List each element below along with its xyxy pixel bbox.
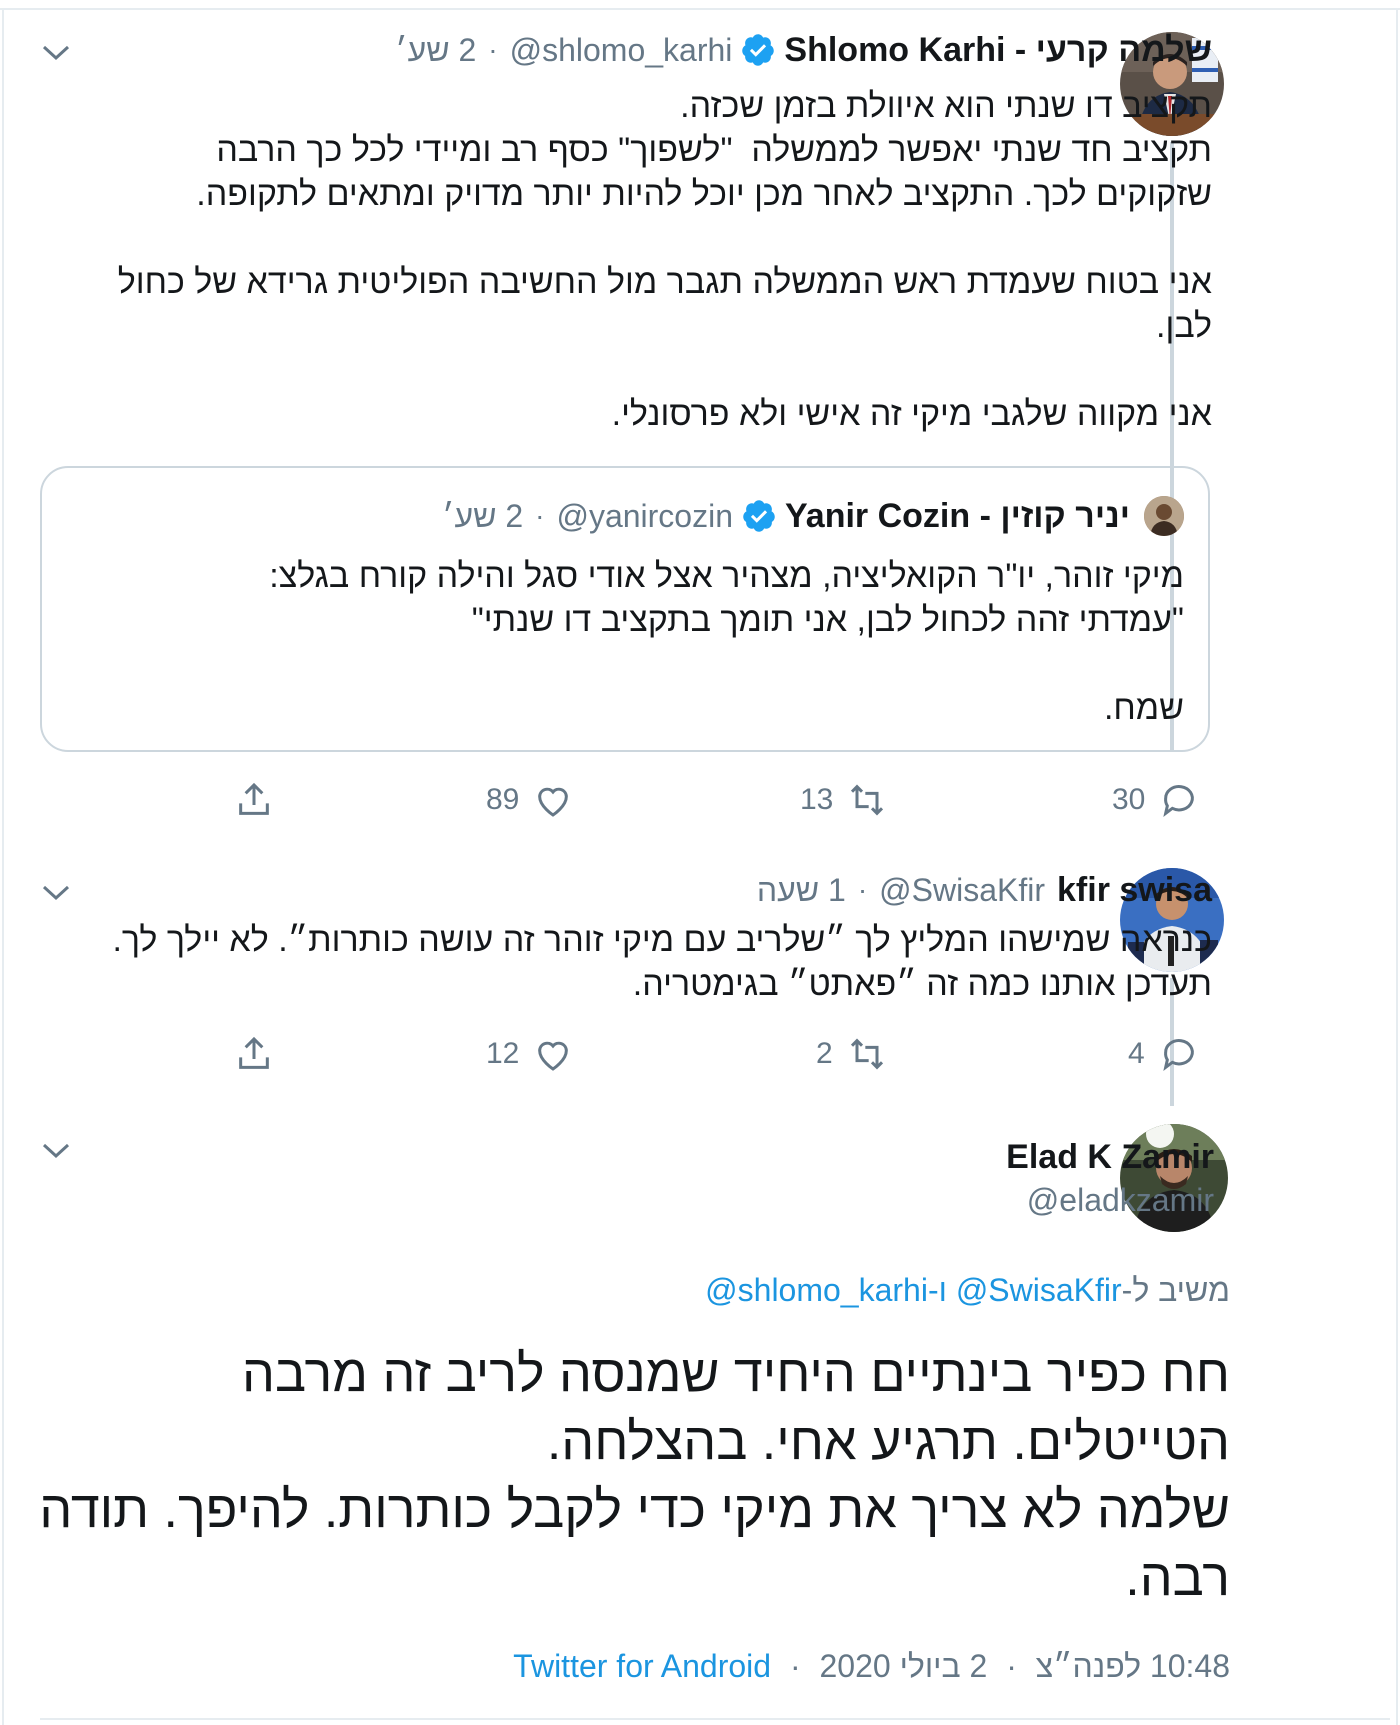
share-icon bbox=[239, 782, 269, 815]
frame-bottom-border bbox=[40, 1718, 1390, 1720]
tweet2-header: kfir swisa @SwisaKfir · 1 שעה bbox=[757, 868, 1212, 912]
like-count: 89 bbox=[486, 783, 520, 816]
tweet2-text: כנראה שמישהו המליץ לך ״שלריב עם מיקי זוה… bbox=[102, 921, 1212, 1003]
quoted-tweet-header: יניר קוזין - Yanir Cozin @yanircozin · 2… bbox=[442, 494, 1184, 538]
quoted-author-name[interactable]: יניר קוזין - Yanir Cozin bbox=[785, 497, 1130, 536]
frame-top-border bbox=[0, 0, 1400, 10]
retweet-icon bbox=[851, 784, 884, 816]
quoted-tweet-text: מיקי זוהר, יו"ר הקואליציה, מצהיר אצל אוד… bbox=[269, 557, 1184, 727]
like-button[interactable]: 12 bbox=[486, 1032, 573, 1076]
tweet-time[interactable]: 1 שעה bbox=[757, 872, 846, 909]
author-handle[interactable]: @SwisaKfir bbox=[879, 872, 1045, 909]
reply-count: 4 bbox=[1128, 1037, 1145, 1070]
reply-icon bbox=[1163, 785, 1195, 817]
tweet2-action-bar: 12 2 4 bbox=[220, 1032, 1210, 1076]
chevron-down-icon[interactable] bbox=[40, 42, 72, 64]
replying-to-line: משיב ל-@SwisaKfir ו-@shlomo_karhi bbox=[705, 1272, 1230, 1309]
retweet-button[interactable]: 13 bbox=[800, 778, 887, 822]
separator-dot: · bbox=[789, 1648, 801, 1684]
tweet-time[interactable]: 2 שע׳ bbox=[395, 32, 476, 69]
retweet-button[interactable]: 2 bbox=[816, 1032, 887, 1076]
quoted-tweet-time: 2 שע׳ bbox=[442, 497, 524, 534]
separator-dot: · bbox=[488, 34, 498, 65]
replying-to-label: משיב ל- bbox=[1121, 1272, 1230, 1308]
share-icon bbox=[239, 1036, 269, 1069]
tweet-date[interactable]: 2 ביולי 2020 bbox=[820, 1648, 988, 1684]
avatar-yanir-cozin bbox=[1144, 496, 1184, 536]
reply-button[interactable]: 30 bbox=[1112, 778, 1199, 822]
reply-icon bbox=[1163, 1039, 1194, 1071]
retweet-count: 13 bbox=[800, 783, 834, 816]
quoted-tweet[interactable]: יניר קוזין - Yanir Cozin @yanircozin · 2… bbox=[40, 466, 1210, 752]
chevron-down-icon[interactable] bbox=[40, 882, 72, 904]
author-name[interactable]: kfir swisa bbox=[1057, 871, 1212, 910]
tweet-timestamp[interactable]: 10:48 לפנה״צ bbox=[1036, 1648, 1230, 1684]
tweet1-header: שלמה קרעי - Shlomo Karhi @shlomo_karhi ·… bbox=[395, 28, 1212, 72]
quoted-author-handle: @yanircozin bbox=[556, 497, 733, 534]
heart-icon bbox=[538, 787, 569, 817]
reply-mention-swisakfir[interactable]: @SwisaKfir bbox=[956, 1272, 1122, 1308]
like-button[interactable]: 89 bbox=[486, 778, 573, 822]
frame-right-border bbox=[1396, 10, 1398, 1725]
author-handle[interactable]: @shlomo_karhi bbox=[510, 32, 733, 69]
chevron-down-icon[interactable] bbox=[40, 1140, 72, 1162]
separator-dot: · bbox=[535, 500, 545, 531]
frame-left-border bbox=[2, 10, 4, 1725]
tweet-source-link[interactable]: Twitter for Android bbox=[513, 1648, 771, 1684]
main-tweet-text: חח כפיר בינתיים היחיד שמנסה לריב זה מרבה… bbox=[39, 1345, 1230, 1607]
tweet1-text: תקציב דו שנתי הוא איוולת בזמן שכזה. תקצי… bbox=[117, 87, 1212, 433]
retweet-icon bbox=[850, 1038, 883, 1070]
reply-count: 30 bbox=[1112, 783, 1146, 816]
retweet-count: 2 bbox=[816, 1037, 833, 1070]
like-count: 12 bbox=[486, 1037, 520, 1070]
reply-mention-shlomo-karhi[interactable]: @shlomo_karhi bbox=[705, 1272, 928, 1308]
separator-dot: · bbox=[1006, 1648, 1017, 1684]
share-button[interactable] bbox=[234, 1032, 274, 1076]
verified-badge-icon bbox=[743, 500, 775, 532]
reply-button[interactable]: 4 bbox=[1128, 1032, 1199, 1076]
heart-icon bbox=[538, 1041, 569, 1071]
verified-badge-icon bbox=[742, 34, 775, 66]
reply-mention-joiner: ו- bbox=[927, 1272, 956, 1308]
author-handle[interactable]: @eladkzamir bbox=[1027, 1182, 1214, 1219]
share-button[interactable] bbox=[234, 778, 274, 822]
author-name[interactable]: Elad K Zamir bbox=[1006, 1138, 1214, 1177]
tweet1-action-bar: 89 13 30 bbox=[220, 778, 1210, 822]
author-name[interactable]: שלמה קרעי - Shlomo Karhi bbox=[784, 31, 1212, 70]
separator-dot: · bbox=[857, 874, 868, 905]
tweet-metadata: 10:48 לפנה״צ · 2 ביולי 2020 · Twitter fo… bbox=[513, 1648, 1230, 1685]
